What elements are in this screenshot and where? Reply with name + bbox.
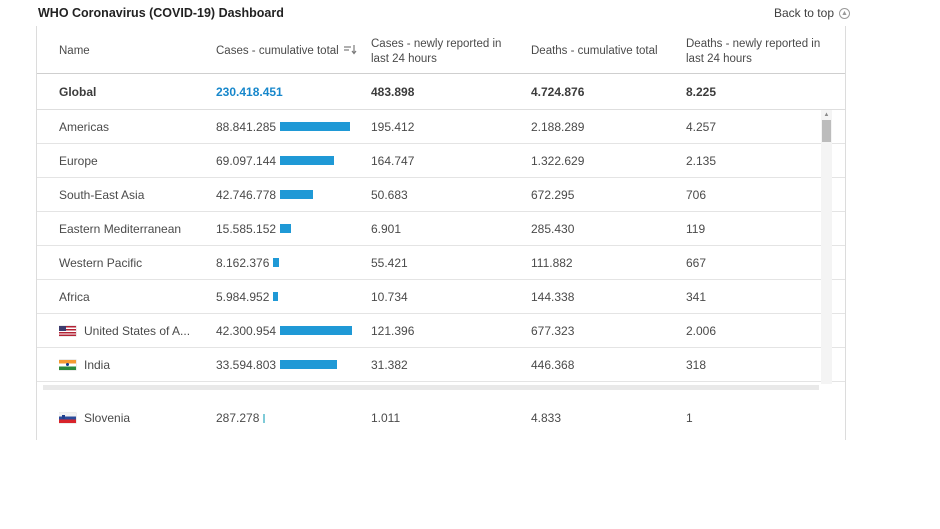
pinned-country-row-area: Slovenia 287.278 1.011 4.833 1 xyxy=(37,401,845,435)
cases-cumulative-value: 15.585.152 xyxy=(216,222,276,236)
column-header-cases-cumulative[interactable]: Cases - cumulative total xyxy=(216,44,371,60)
global-cases-link[interactable]: 230.418.451 xyxy=(216,85,283,99)
cases-new-value: 121.396 xyxy=(371,324,531,338)
table-row[interactable]: Western Pacific 8.162.376 55.421 111.882… xyxy=(37,246,845,280)
table-row[interactable]: Africa 5.984.952 10.734 144.338 341 xyxy=(37,280,845,314)
cases-bar xyxy=(273,292,278,301)
cases-bar xyxy=(280,156,334,165)
si-flag-icon xyxy=(59,413,76,423)
deaths-cumulative-value: 446.368 xyxy=(531,358,686,372)
vertical-scrollbar[interactable]: ▲ xyxy=(821,110,832,384)
cases-cumulative-value: 287.278 xyxy=(216,411,259,425)
deaths-new-value: 1 xyxy=(686,411,845,425)
sort-descending-icon[interactable] xyxy=(344,44,357,60)
deaths-cumulative-value: 144.338 xyxy=(531,290,686,304)
deaths-cumulative-value: 2.188.289 xyxy=(531,120,686,134)
column-header-name[interactable]: Name xyxy=(59,44,216,59)
global-deaths-cumulative-value: 4.724.876 xyxy=(531,85,686,99)
cases-new-value: 31.382 xyxy=(371,358,531,372)
global-deaths-new-value: 8.225 xyxy=(686,85,845,99)
table-rows-viewport: Americas 88.841.285 195.412 2.188.289 4.… xyxy=(37,110,845,384)
cases-bar xyxy=(263,414,265,423)
cases-cumulative-value: 88.841.285 xyxy=(216,120,276,134)
cases-bar xyxy=(273,258,279,267)
global-row-name: Global xyxy=(59,85,216,99)
column-header-deaths-new[interactable]: Deaths - newly reported in last 24 hours xyxy=(686,37,845,67)
deaths-cumulative-value: 1.322.629 xyxy=(531,154,686,168)
row-name: Africa xyxy=(59,290,90,304)
column-header-cases-new[interactable]: Cases - newly reported in last 24 hours xyxy=(371,37,531,67)
row-name: Americas xyxy=(59,120,109,134)
table-row[interactable]: Slovenia 287.278 1.011 4.833 1 xyxy=(37,401,845,435)
back-to-top-circle-up-icon: ▲ xyxy=(839,8,850,19)
row-name: Eastern Mediterranean xyxy=(59,222,181,236)
cases-bar xyxy=(280,360,337,369)
deaths-cumulative-value: 111.882 xyxy=(531,256,686,270)
column-header-deaths-cumulative[interactable]: Deaths - cumulative total xyxy=(531,44,686,59)
row-name: Slovenia xyxy=(84,411,130,425)
cases-cumulative-value: 42.746.778 xyxy=(216,188,276,202)
row-name: Europe xyxy=(59,154,98,168)
page-title: WHO Coronavirus (COVID-19) Dashboard xyxy=(38,6,284,20)
global-summary-row[interactable]: Global 230.418.451 483.898 4.724.876 8.2… xyxy=(37,74,845,110)
table-header-row: Name Cases - cumulative total Cases - ne… xyxy=(37,30,845,74)
cases-cumulative-value: 5.984.952 xyxy=(216,290,269,304)
cases-bar xyxy=(280,326,352,335)
back-to-top-label: Back to top xyxy=(774,6,834,20)
global-cases-new-value: 483.898 xyxy=(371,85,531,99)
row-name: India xyxy=(84,358,110,372)
deaths-cumulative-value: 677.323 xyxy=(531,324,686,338)
cases-bar xyxy=(280,190,313,199)
table-row[interactable]: Europe 69.097.144 164.747 1.322.629 2.13… xyxy=(37,144,845,178)
in-flag-icon xyxy=(59,360,76,370)
cases-cumulative-value: 69.097.144 xyxy=(216,154,276,168)
vertical-scrollbar-thumb[interactable] xyxy=(822,120,831,142)
cases-bar xyxy=(280,122,350,131)
cases-cumulative-value: 8.162.376 xyxy=(216,256,269,270)
cases-new-value: 55.421 xyxy=(371,256,531,270)
cases-new-value: 1.011 xyxy=(371,411,531,425)
table-row[interactable]: United States of A... 42.300.954 121.396… xyxy=(37,314,845,348)
cases-cumulative-value: 33.594.803 xyxy=(216,358,276,372)
cases-new-value: 195.412 xyxy=(371,120,531,134)
table-row[interactable]: Americas 88.841.285 195.412 2.188.289 4.… xyxy=(37,110,845,144)
top-bar: WHO Coronavirus (COVID-19) Dashboard Bac… xyxy=(38,4,850,22)
cases-new-value: 164.747 xyxy=(371,154,531,168)
cases-new-value: 10.734 xyxy=(371,290,531,304)
cases-new-value: 6.901 xyxy=(371,222,531,236)
horizontal-scrollbar[interactable] xyxy=(43,385,819,390)
row-name: Western Pacific xyxy=(59,256,142,270)
row-name: United States of A... xyxy=(84,324,190,338)
deaths-cumulative-value: 672.295 xyxy=(531,188,686,202)
table-row[interactable]: Eastern Mediterranean 15.585.152 6.901 2… xyxy=(37,212,845,246)
deaths-cumulative-value: 4.833 xyxy=(531,411,686,425)
scrollbar-up-arrow-icon[interactable]: ▲ xyxy=(821,111,832,119)
deaths-cumulative-value: 285.430 xyxy=(531,222,686,236)
cases-new-value: 50.683 xyxy=(371,188,531,202)
table-scroll-area: Americas 88.841.285 195.412 2.188.289 4.… xyxy=(37,110,845,390)
back-to-top-button[interactable]: Back to top ▲ xyxy=(774,6,850,20)
cases-cumulative-value: 42.300.954 xyxy=(216,324,276,338)
us-flag-icon xyxy=(59,326,76,336)
dashboard-table-panel: Name Cases - cumulative total Cases - ne… xyxy=(36,26,846,440)
cases-bar xyxy=(280,224,291,233)
table-row[interactable]: India 33.594.803 31.382 446.368 318 xyxy=(37,348,845,382)
table-row[interactable]: South-East Asia 42.746.778 50.683 672.29… xyxy=(37,178,845,212)
row-name: South-East Asia xyxy=(59,188,144,202)
